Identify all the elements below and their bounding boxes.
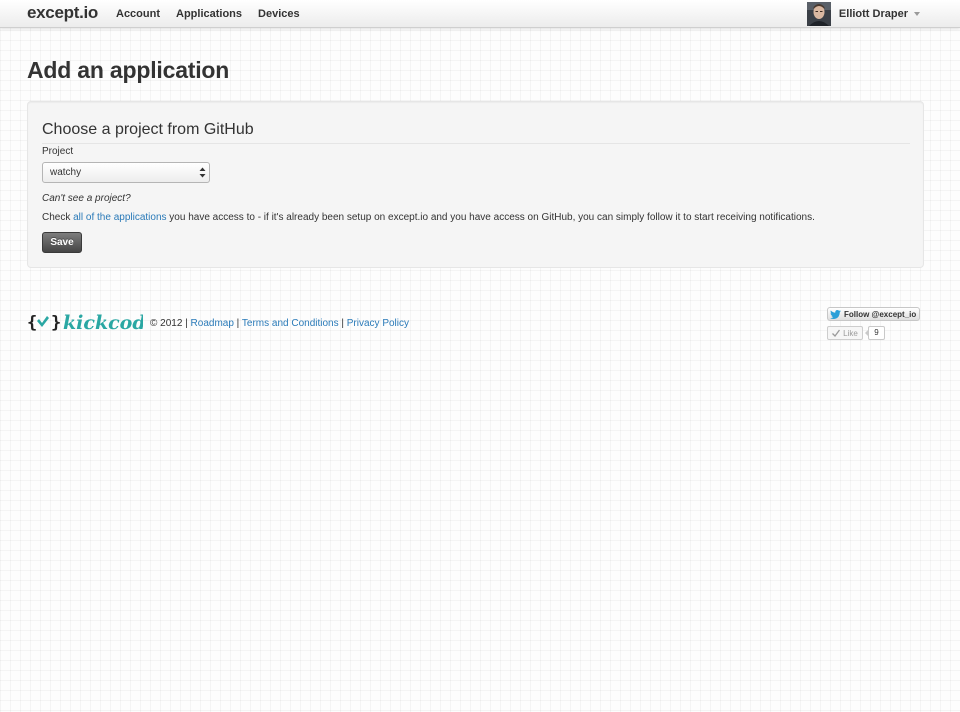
top-navbar: except.io Account Applications Devices E… [0, 0, 960, 28]
svg-text:}: } [51, 313, 61, 333]
checkmark-icon [832, 329, 841, 337]
nav-item-account[interactable]: Account [108, 8, 168, 20]
copyright: © 2012 | [150, 318, 191, 329]
help-text-before: Check [42, 212, 74, 223]
project-select[interactable]: watchy [42, 162, 210, 183]
footer-links: © 2012 | Roadmap | Terms and Conditions … [150, 318, 409, 329]
logo-text: kickcode [63, 312, 143, 334]
main-nav: Account Applications Devices [108, 0, 308, 27]
facebook-like-button[interactable]: Like [827, 326, 863, 340]
chevron-down-icon [914, 12, 920, 16]
brand-logo[interactable]: except.io [27, 3, 98, 23]
all-applications-link[interactable]: all of the applications [73, 212, 166, 223]
project-select-value: watchy [50, 167, 82, 178]
save-button[interactable]: Save [42, 232, 82, 253]
twitter-follow-button[interactable]: Follow @except_io [827, 307, 920, 321]
project-label: Project [42, 146, 74, 157]
footer-link-privacy[interactable]: Privacy Policy [347, 318, 409, 329]
like-count: 9 [868, 326, 885, 340]
help-text: Check all of the applications you have a… [42, 212, 815, 223]
add-application-form: Choose a project from GitHub Project wat… [27, 101, 924, 268]
footer-link-terms[interactable]: Terms and Conditions [242, 318, 339, 329]
missing-project-hint: Can't see a project? [42, 193, 131, 204]
nav-item-devices[interactable]: Devices [250, 8, 308, 20]
help-text-after: you have access to - if it's already bee… [166, 212, 815, 223]
twitter-bird-icon [830, 309, 841, 319]
footer-separator: | [233, 318, 242, 329]
svg-text:{: { [27, 313, 37, 333]
footer-separator: | [338, 318, 347, 329]
page-title: Add an application [27, 57, 230, 83]
form-legend: Choose a project from GitHub [42, 121, 910, 144]
nav-item-applications[interactable]: Applications [168, 8, 250, 20]
twitter-follow-label: Follow @except_io [844, 309, 917, 319]
kickcode-logo[interactable]: { } kickcode [27, 310, 143, 334]
footer-link-roadmap[interactable]: Roadmap [191, 318, 234, 329]
like-label: Like [843, 328, 858, 338]
user-menu[interactable]: Elliott Draper [806, 0, 920, 27]
user-name: Elliott Draper [838, 7, 908, 20]
select-arrows-icon [199, 167, 206, 178]
avatar [806, 2, 831, 26]
